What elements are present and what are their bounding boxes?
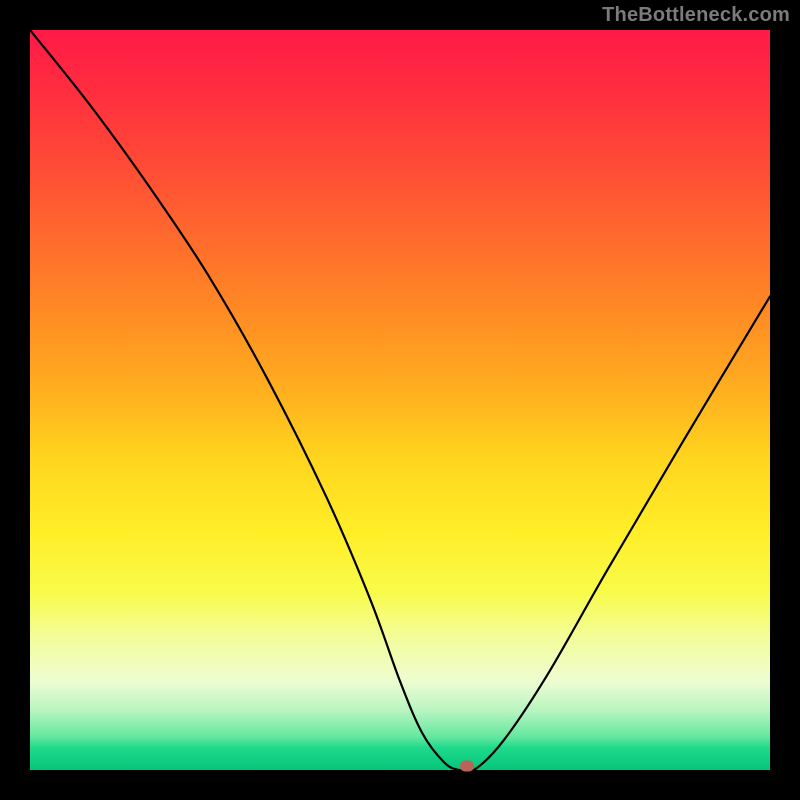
optimal-point-marker bbox=[460, 761, 474, 772]
watermark-text: TheBottleneck.com bbox=[602, 4, 790, 27]
curve-svg bbox=[30, 30, 770, 770]
bottleneck-curve-path bbox=[30, 30, 770, 770]
plot-area bbox=[30, 30, 770, 770]
chart-frame: TheBottleneck.com bbox=[0, 0, 800, 800]
